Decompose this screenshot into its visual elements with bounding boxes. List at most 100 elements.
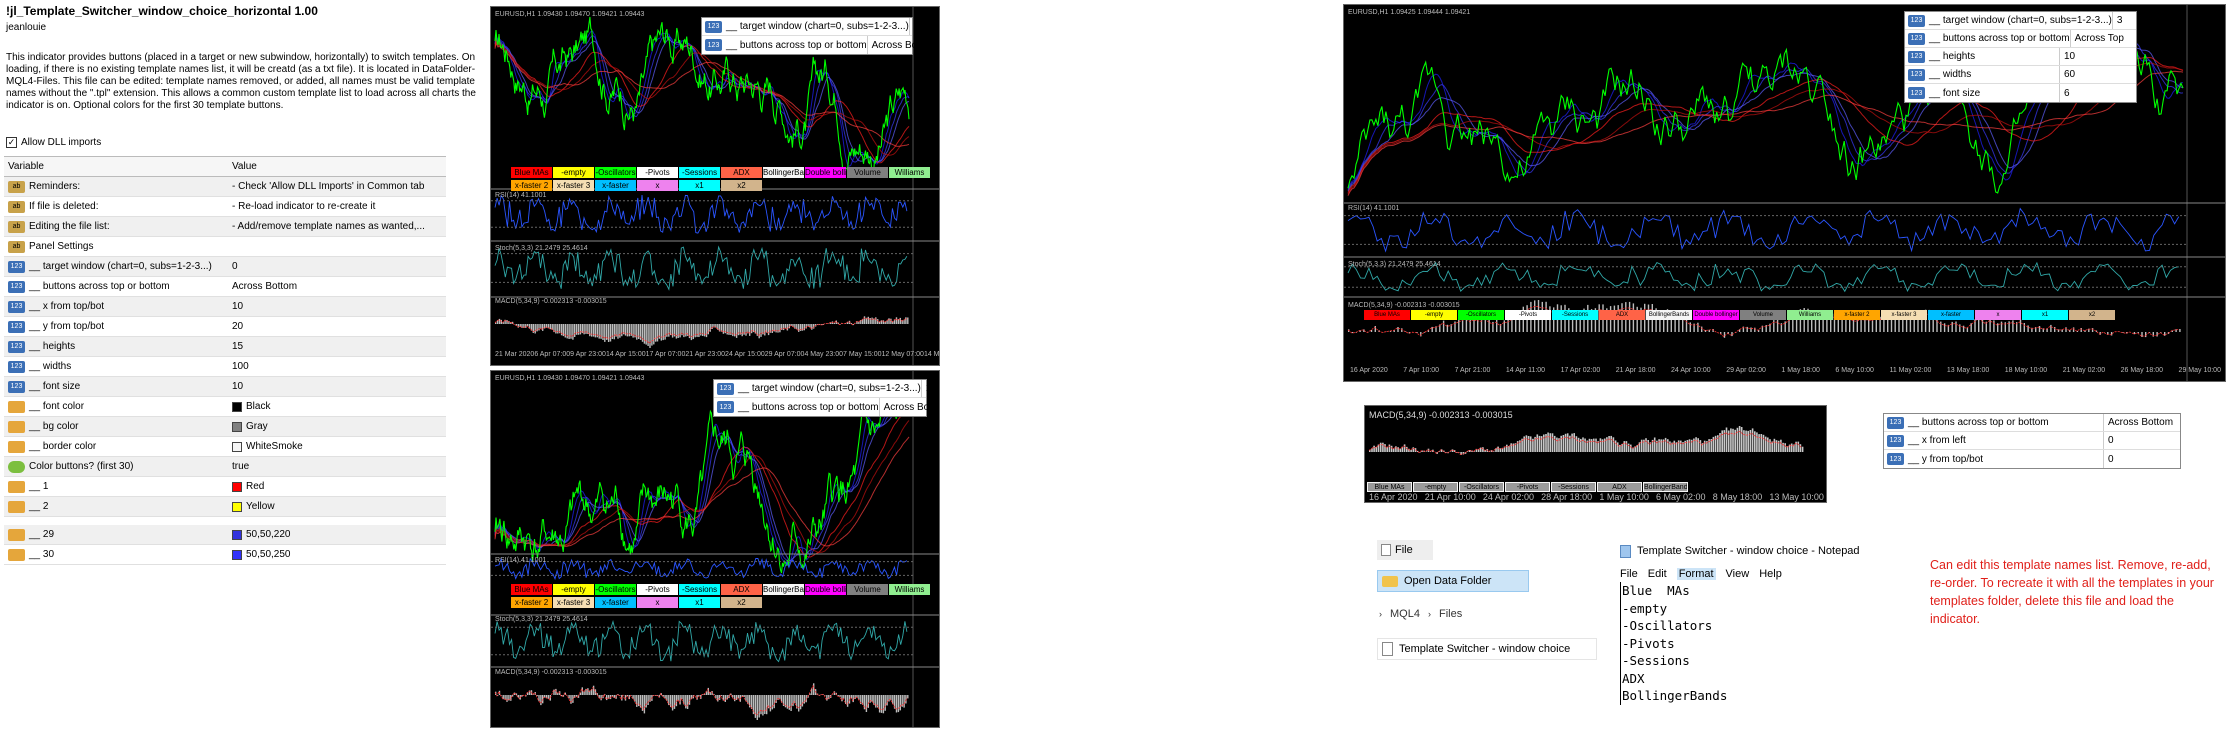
value-cell[interactable]: 10 xyxy=(228,301,446,312)
table-row[interactable]: __ bg color Gray xyxy=(4,417,446,437)
table-row[interactable]: ab If file is deleted: - Re-load indicator… xyxy=(4,197,446,217)
template-button[interactable]: x1 xyxy=(679,180,720,191)
template-button[interactable]: Blue MAs xyxy=(1364,310,1410,320)
template-button[interactable]: ADX xyxy=(721,584,762,595)
overlay-row[interactable]: 123 __ buttons across top or bottom Across… xyxy=(714,398,939,416)
overlay-value[interactable]: 60 xyxy=(2060,69,2136,80)
template-button[interactable]: ADX xyxy=(1597,482,1642,492)
table-row[interactable]: ab Editing the file list: - Add/remove tem… xyxy=(4,217,446,237)
table-row[interactable]: __ 30 50,50,250 xyxy=(4,545,446,565)
table-row[interactable]: ab Reminders: - Check 'Allow DLL Imports' … xyxy=(4,177,446,197)
table-row[interactable]: 123 __ font size 10 xyxy=(4,377,446,397)
value-cell[interactable]: Gray xyxy=(228,421,446,432)
template-button[interactable]: -Pivots xyxy=(637,584,678,595)
menu-item[interactable]: Edit xyxy=(1648,568,1667,580)
overlay-row[interactable]: 123 __ y from top/bot 0 xyxy=(1884,450,2180,468)
value-cell[interactable]: WhiteSmoke xyxy=(228,441,446,452)
file-item[interactable]: Template Switcher - window choice xyxy=(1377,638,1597,660)
overlay-value[interactable]: 6 xyxy=(2060,88,2136,99)
template-button[interactable]: Double bollinger xyxy=(805,167,846,178)
template-button[interactable]: x2 xyxy=(721,597,762,608)
table-row[interactable]: ab Panel Settings xyxy=(4,237,446,257)
template-button[interactable]: -Pivots xyxy=(637,167,678,178)
template-button[interactable]: Volume xyxy=(847,167,888,178)
template-button[interactable]: x-faster xyxy=(595,597,636,608)
template-button[interactable]: -Sessions xyxy=(679,584,720,595)
template-button[interactable]: -empty xyxy=(553,167,594,178)
template-button[interactable]: -Oscillators xyxy=(1459,482,1504,492)
table-row[interactable]: 123 __ buttons across top or bottom Across… xyxy=(4,277,446,297)
overlay-value[interactable]: 0 xyxy=(910,21,920,32)
value-cell[interactable]: 0 xyxy=(228,261,446,272)
template-button[interactable]: Williams xyxy=(889,167,930,178)
template-button[interactable]: -Sessions xyxy=(1552,310,1598,320)
table-row[interactable]: __ 1 Red xyxy=(4,477,446,497)
value-cell[interactable]: Across Bottom xyxy=(228,281,446,292)
template-button[interactable]: Double bollinger xyxy=(805,584,846,595)
table-row[interactable]: 123 __ target window (chart=0, subs=1-2-3… xyxy=(4,257,446,277)
notepad-text-area[interactable]: Blue MAs -empty -Oscillators -Pivots -Sessio… xyxy=(1620,582,1910,705)
template-button[interactable]: x2 xyxy=(2069,310,2115,320)
overlay-row[interactable]: 123 __ buttons across top or bottom Across… xyxy=(702,36,937,54)
template-button[interactable]: x-faster 3 xyxy=(1881,310,1927,320)
menu-item[interactable]: Help xyxy=(1759,568,1782,580)
chart-window-2[interactable]: EURUSD,H1 1.09430 1.09470 1.09421 1.0944… xyxy=(490,370,940,728)
value-cell[interactable]: 15 xyxy=(228,341,446,352)
overlay-value[interactable]: 1 xyxy=(922,383,932,394)
overlay-value[interactable]: Across Bottom xyxy=(2104,417,2180,428)
template-button[interactable]: Blue MAs xyxy=(511,584,552,595)
template-button[interactable]: BollingerBands xyxy=(1646,310,1692,320)
template-button[interactable]: Williams xyxy=(889,584,930,595)
template-button[interactable]: x-faster 2 xyxy=(511,180,552,191)
breadcrumb-mql4[interactable]: MQL4 xyxy=(1390,608,1420,620)
overlay-row[interactable]: 123 __ target window (chart=0, subs=1-2-3… xyxy=(702,18,919,36)
overlay-row[interactable]: 123 __ heights 10 xyxy=(1905,48,2136,66)
overlay-row[interactable]: 123 __ buttons across top or bottom Across… xyxy=(1905,30,2136,48)
table-row[interactable]: __ font color Black xyxy=(4,397,446,417)
template-button[interactable]: x-faster 3 xyxy=(553,180,594,191)
overlay-value[interactable]: Across Bottom xyxy=(868,40,937,51)
overlay-value[interactable]: Across Bottom xyxy=(880,402,939,413)
template-button[interactable]: -Pivots xyxy=(1505,482,1550,492)
value-cell[interactable]: - Add/remove template names as wanted,..… xyxy=(228,221,446,232)
template-button[interactable]: x2 xyxy=(721,180,762,191)
overlay-row[interactable]: 123 __ target window (chart=0, subs=1-2-3… xyxy=(1905,12,2136,30)
value-cell[interactable]: - Re-load indicator to re-create it xyxy=(228,201,446,212)
template-button[interactable]: x-faster 3 xyxy=(553,597,594,608)
value-cell[interactable]: 50,50,250 xyxy=(228,549,446,560)
template-button[interactable]: Williams xyxy=(1787,310,1833,320)
value-cell[interactable]: - Check 'Allow DLL Imports' in Common ta… xyxy=(228,181,446,192)
value-cell[interactable]: 100 xyxy=(228,361,446,372)
template-button[interactable]: ADX xyxy=(721,167,762,178)
table-row[interactable]: Color buttons? (first 30) true xyxy=(4,457,446,477)
template-button[interactable]: -Pivots xyxy=(1505,310,1551,320)
table-row[interactable]: 123 __ x from top/bot 10 xyxy=(4,297,446,317)
overlay-value[interactable]: Across Top xyxy=(2071,33,2136,44)
value-cell[interactable]: 10 xyxy=(228,381,446,392)
table-row[interactable]: 123 __ heights 15 xyxy=(4,337,446,357)
checkbox-check-icon[interactable]: ✓ xyxy=(6,137,17,148)
template-button[interactable]: -Sessions xyxy=(679,167,720,178)
overlay-row[interactable]: 123 __ font size 6 xyxy=(1905,84,2136,102)
template-button[interactable]: BollingerBands xyxy=(1643,482,1688,492)
template-button[interactable]: x1 xyxy=(679,597,720,608)
open-data-folder-item[interactable]: Open Data Folder xyxy=(1377,570,1529,592)
template-button[interactable]: -empty xyxy=(1413,482,1458,492)
template-button[interactable]: Volume xyxy=(847,584,888,595)
template-button[interactable]: -empty xyxy=(1411,310,1457,320)
template-button[interactable]: x-faster xyxy=(1928,310,1974,320)
value-cell[interactable]: 50,50,220 xyxy=(228,529,446,540)
overlay-value[interactable]: 0 xyxy=(2104,454,2180,465)
table-row[interactable]: 123 __ widths 100 xyxy=(4,357,446,377)
value-cell[interactable]: Black xyxy=(228,401,446,412)
template-button[interactable]: ADX xyxy=(1599,310,1645,320)
template-button[interactable]: Blue MAs xyxy=(1367,482,1412,492)
chart-window-3[interactable]: EURUSD,H1 1.09425 1.09444 1.09421 RSI(14… xyxy=(1343,4,2226,382)
overlay-row[interactable]: 123 __ buttons across top or bottom Across… xyxy=(1884,414,2180,432)
template-button[interactable]: x1 xyxy=(2022,310,2068,320)
overlay-value[interactable]: 3 xyxy=(2113,15,2136,26)
template-button[interactable]: x xyxy=(1975,310,2021,320)
template-button[interactable]: -empty xyxy=(553,584,594,595)
overlay-row[interactable]: 123 __ x from left 0 xyxy=(1884,432,2180,450)
overlay-row[interactable]: 123 __ widths 60 xyxy=(1905,66,2136,84)
